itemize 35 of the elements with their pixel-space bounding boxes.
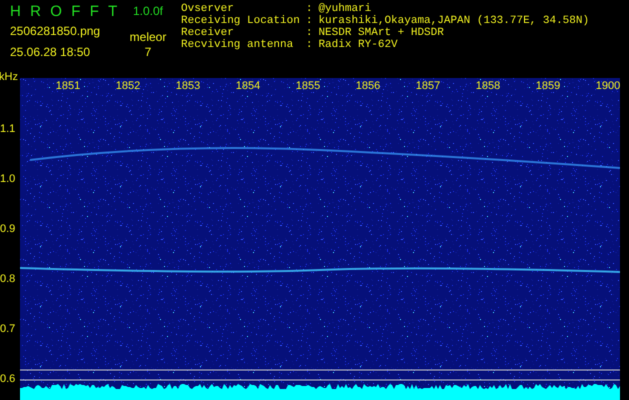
info-separator: : [306,27,312,39]
info-value: NESDR SMArt + HDSDR [318,27,445,39]
info-separator: : [306,3,312,15]
time-label: 1856 [356,80,380,93]
info-value: @yuhmari [318,3,372,15]
time-label: 1854 [236,80,260,93]
frequency-label: 0.9 [0,223,16,235]
time-label: 1851 [56,80,80,93]
time-label: 1852 [116,80,140,93]
frequency-label: 1.0 [0,173,16,185]
time-label: 1858 [476,80,500,93]
frequency-label: 1.1 [0,123,16,135]
unit-label: kHz [0,70,19,84]
time-label: 1853 [176,80,200,93]
info-label: Ovserver [181,3,235,15]
info-label: Receiver [181,27,235,39]
frequency-label: 0.8 [0,273,16,285]
info-separator: : [306,15,312,27]
time-label: 1857 [416,80,440,93]
info-value: kurashiki,Okayama,JAPAN (133.77E, 34.58N) [318,15,590,27]
info-value: Radix RY-62V [318,39,399,51]
app-title: HROFFT [10,3,120,21]
count-label: meleor [130,30,166,44]
count-value: 7 [144,45,152,59]
info-separator: : [306,39,312,51]
version-text: 1.0.0f [132,4,164,18]
timestamp-text: 25.06.28 18:50 [10,45,92,59]
time-label: 1900 [596,80,620,93]
filename-text: 2506281850.png [10,24,102,38]
frequency-label: 0.7 [0,323,16,335]
info-label: Receiving Location [181,15,300,27]
time-label: 1859 [536,80,560,93]
frequency-label: 0.6 [0,373,16,385]
info-label: Recviving antenna [181,39,294,51]
time-label: 1855 [296,80,320,93]
